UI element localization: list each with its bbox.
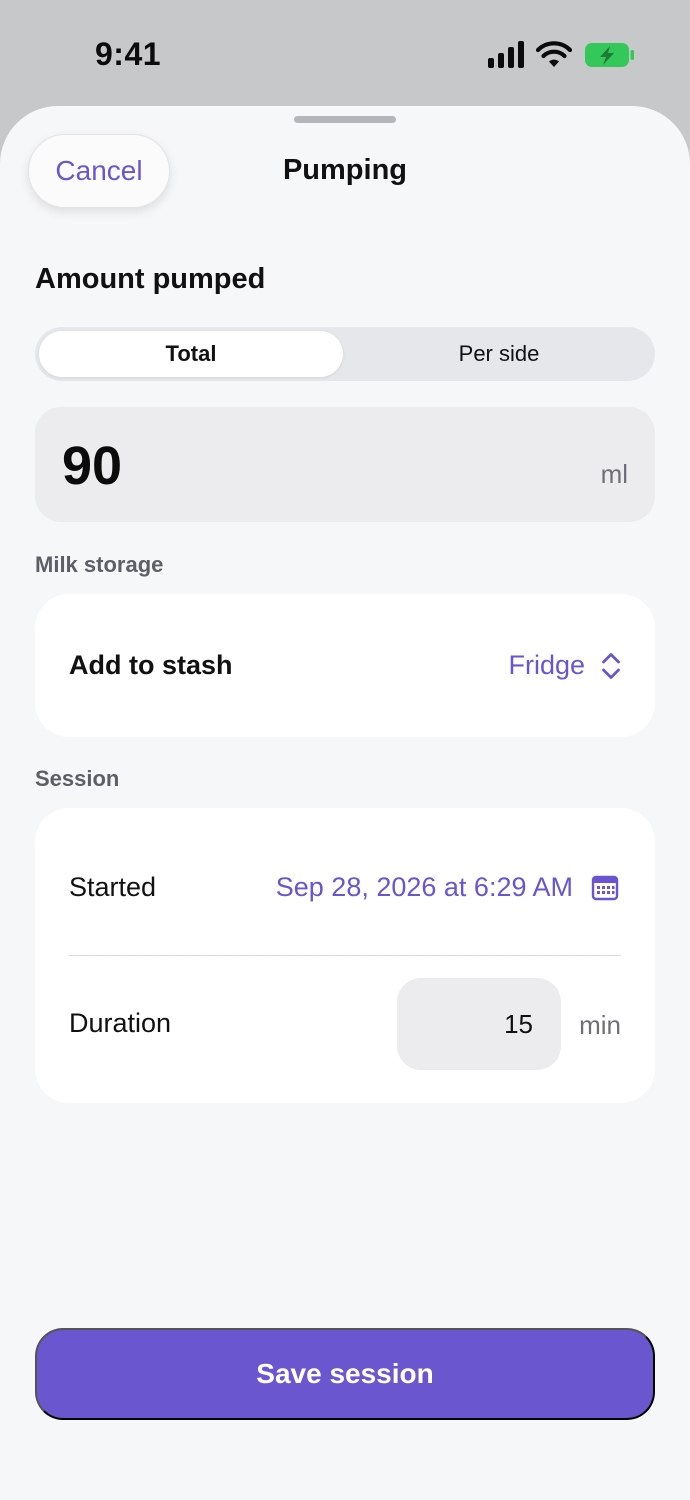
duration-input[interactable]: 15	[397, 978, 561, 1070]
wifi-icon	[536, 41, 572, 67]
amount-mode-segmented-control: Total Per side	[35, 327, 655, 381]
duration-unit: min	[579, 1010, 621, 1040]
pumping-sheet: Cancel Pumping Amount pumped Total Per s…	[0, 106, 690, 1500]
sheet-grabber[interactable]	[294, 116, 396, 123]
battery-charging-icon	[585, 43, 634, 67]
storage-location-picker[interactable]: Fridge	[508, 650, 621, 681]
page-title: Pumping	[282, 154, 408, 186]
session-label: Session	[35, 766, 120, 791]
row-divider	[69, 955, 621, 956]
started-label: Started	[69, 872, 157, 902]
cellular-signal-icon	[488, 41, 524, 68]
save-session-button[interactable]: Save session	[35, 1328, 655, 1420]
session-card: Started Sep 28, 2026 at 6:29 AM Duration…	[35, 808, 655, 1103]
status-time: 9:41	[95, 36, 162, 72]
start-date-picker[interactable]: Sep 28, 2026 at 6:29 AM	[276, 872, 573, 903]
amount-input[interactable]: 90 ml	[35, 407, 655, 522]
duration-label: Duration	[69, 1008, 172, 1038]
milk-storage-label: Milk storage	[35, 552, 164, 577]
chevron-up-down-icon	[602, 652, 620, 679]
amount-pumped-heading: Amount pumped	[35, 263, 266, 295]
add-to-stash-label: Add to stash	[69, 650, 233, 680]
calendar-icon[interactable]	[591, 874, 619, 902]
amount-value: 90	[62, 436, 123, 496]
milk-storage-card: Add to stash Fridge	[35, 594, 655, 737]
storage-location-value: Fridge	[508, 650, 585, 680]
status-bar: 9:41	[0, 0, 690, 106]
segment-total[interactable]: Total	[39, 331, 343, 377]
amount-unit: ml	[600, 459, 628, 489]
segment-per-side[interactable]: Per side	[347, 331, 651, 377]
